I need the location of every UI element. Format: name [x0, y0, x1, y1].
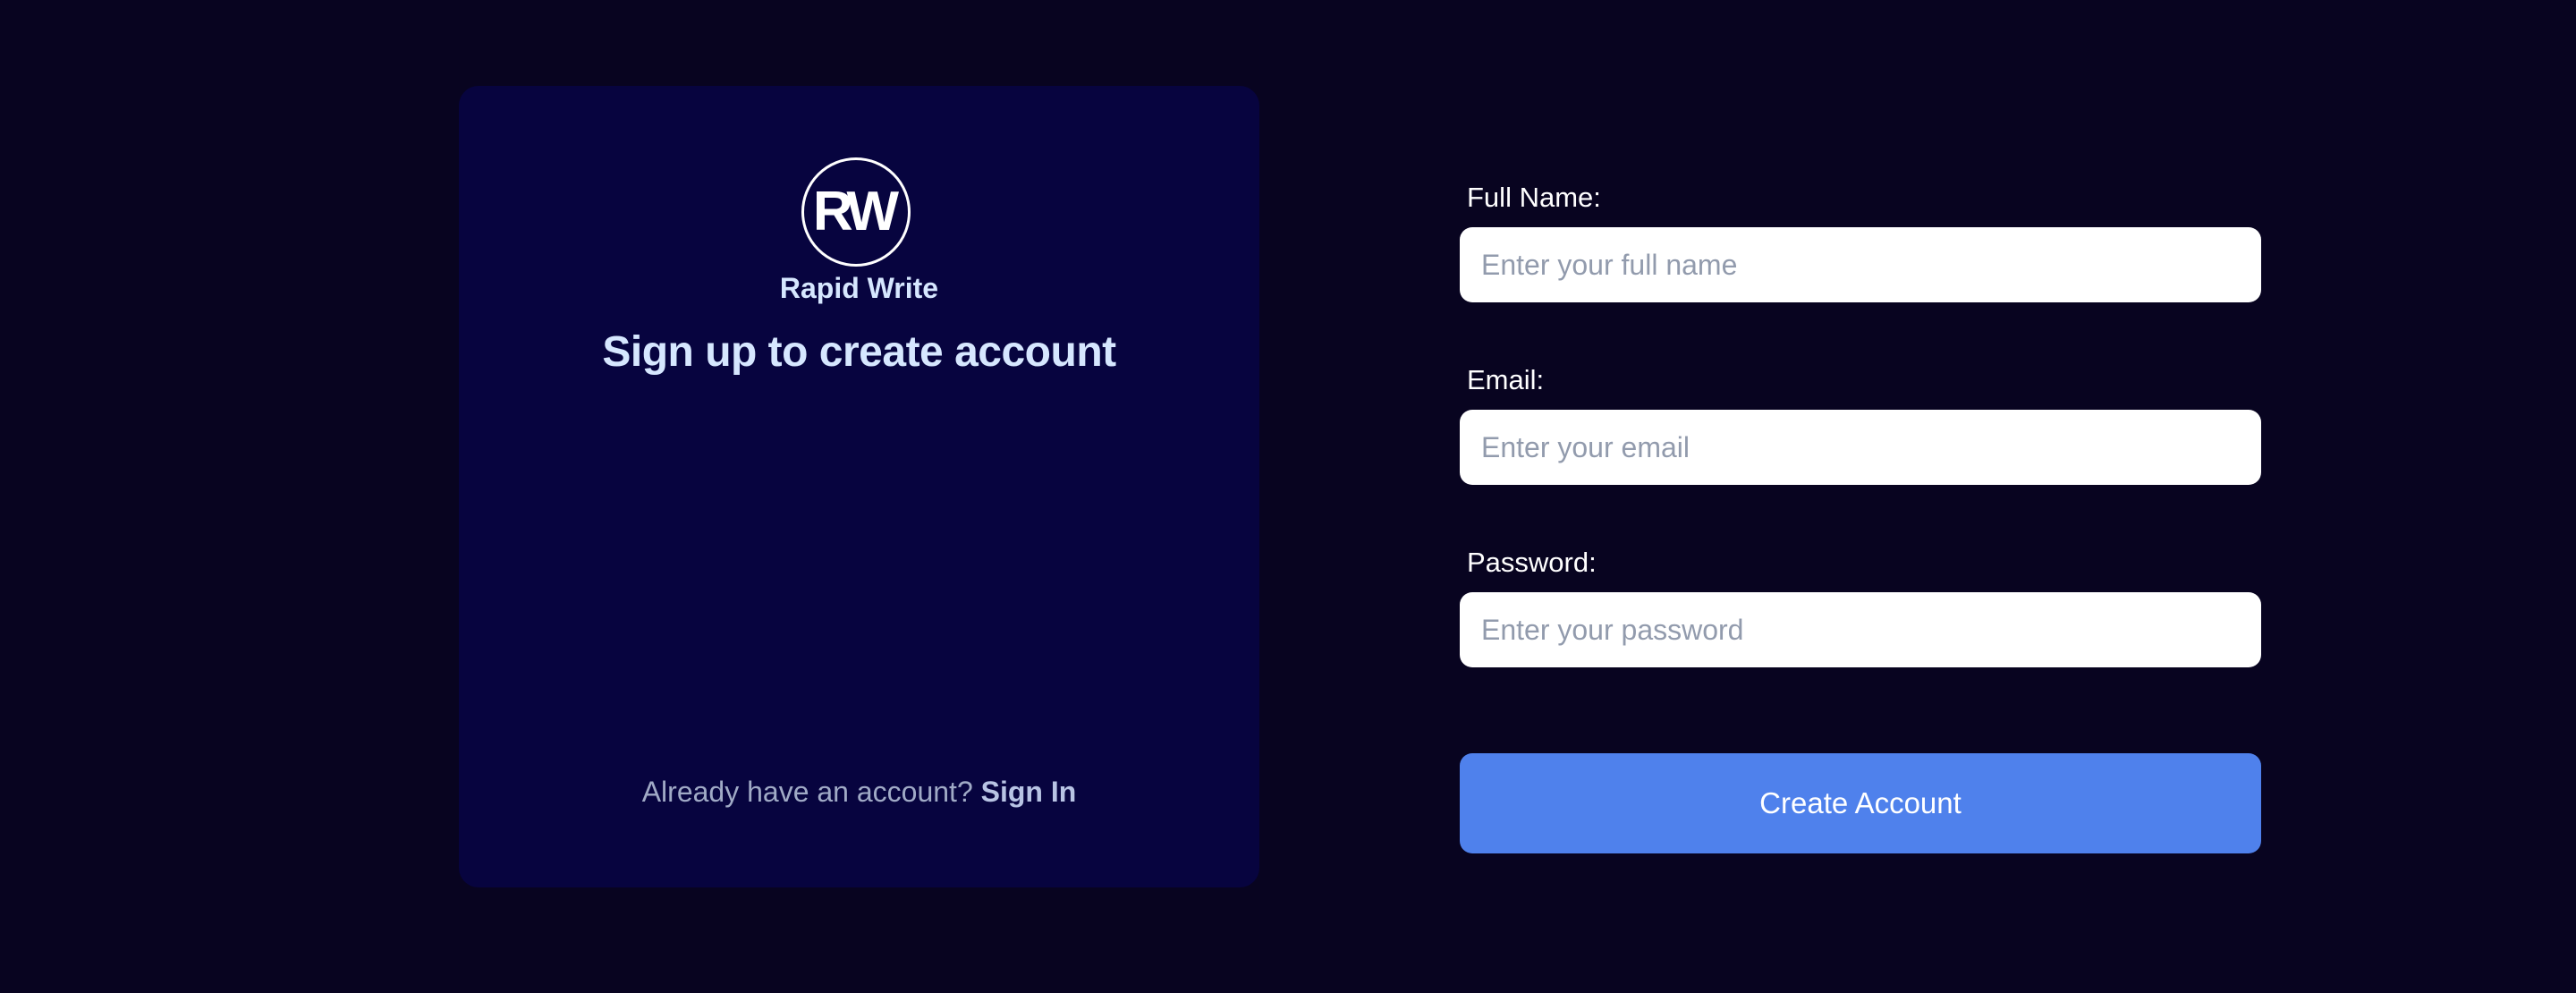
rapid-write-logo: RW	[801, 157, 911, 267]
password-label: Password:	[1467, 547, 1597, 578]
page-title: Sign up to create account	[602, 328, 1116, 376]
full-name-input[interactable]	[1460, 227, 2261, 302]
password-input[interactable]	[1460, 592, 2261, 667]
signin-prompt: Already have an account? Sign In	[459, 776, 1259, 809]
sign-in-link[interactable]: Sign In	[981, 776, 1077, 808]
brand-panel: RW Rapid Write Sign up to create account…	[459, 86, 1259, 887]
signin-prompt-text: Already have an account?	[641, 776, 973, 808]
email-input[interactable]	[1460, 410, 2261, 485]
logo-mark: RW	[812, 181, 899, 242]
app-name: Rapid Write	[779, 272, 939, 304]
create-account-button[interactable]: Create Account	[1460, 753, 2261, 853]
email-label: Email:	[1467, 364, 1545, 395]
full-name-label: Full Name:	[1467, 182, 1601, 213]
